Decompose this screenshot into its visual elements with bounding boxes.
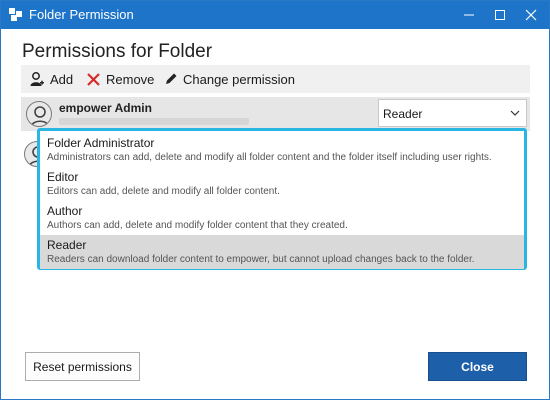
role-option-description: Authors can add, delete and modify folde…: [47, 220, 348, 231]
close-button[interactable]: Close: [428, 352, 527, 381]
maximize-icon: [495, 10, 505, 20]
role-option-description: Readers can download folder content to e…: [47, 254, 475, 265]
add-user-icon: [30, 72, 44, 86]
permissions-toolbar: Add Remove Change permission: [21, 65, 530, 93]
role-option-description: Administrators can add, delete and modif…: [47, 152, 492, 163]
role-option-editor[interactable]: Editor Editors can add, delete and modif…: [40, 167, 524, 201]
add-label: Add: [50, 71, 74, 87]
user-name: empower Admin: [59, 101, 152, 115]
role-option-author[interactable]: Author Authors can add, delete and modif…: [40, 201, 524, 235]
role-option-name: Folder Administrator: [47, 136, 155, 150]
role-select-value: Reader: [383, 107, 423, 121]
minimize-button[interactable]: [454, 1, 484, 29]
window-close-button[interactable]: [516, 1, 546, 29]
maximize-button[interactable]: [485, 1, 515, 29]
chevron-down-icon: [510, 110, 520, 116]
role-option-name: Author: [47, 204, 83, 218]
role-select[interactable]: Reader: [378, 99, 527, 127]
page-title: Permissions for Folder: [22, 41, 213, 62]
change-permission-button[interactable]: Change permission: [164, 70, 295, 88]
role-option-description: Editors can add, delete and modify all f…: [47, 186, 280, 197]
list-item[interactable]: empower Admin Reader: [21, 97, 530, 131]
change-permission-label: Change permission: [183, 71, 296, 87]
user-avatar-icon: [26, 101, 52, 127]
pencil-icon: [166, 73, 177, 84]
app-icon: [8, 7, 23, 22]
reset-permissions-button[interactable]: Reset permissions: [25, 352, 140, 381]
remove-label: Remove: [106, 71, 155, 87]
role-option-reader[interactable]: Reader Readers can download folder conte…: [40, 235, 524, 269]
folder-permission-dialog: Folder Permission Permissions for Folder…: [0, 0, 550, 400]
add-user-button[interactable]: Add: [29, 70, 73, 88]
close-icon: [525, 9, 537, 21]
x-icon: [87, 72, 100, 86]
remove-button[interactable]: Remove: [86, 70, 154, 88]
window-title: Folder Permission: [29, 7, 134, 22]
minimize-icon: [464, 14, 474, 16]
user-detail-redacted: [59, 118, 249, 125]
role-dropdown-list: Folder Administrator Administrators can …: [37, 128, 527, 270]
role-option-folder-administrator[interactable]: Folder Administrator Administrators can …: [40, 133, 524, 167]
role-option-name: Editor: [47, 170, 79, 184]
title-bar: Folder Permission: [1, 1, 549, 29]
role-option-name: Reader: [47, 238, 87, 252]
